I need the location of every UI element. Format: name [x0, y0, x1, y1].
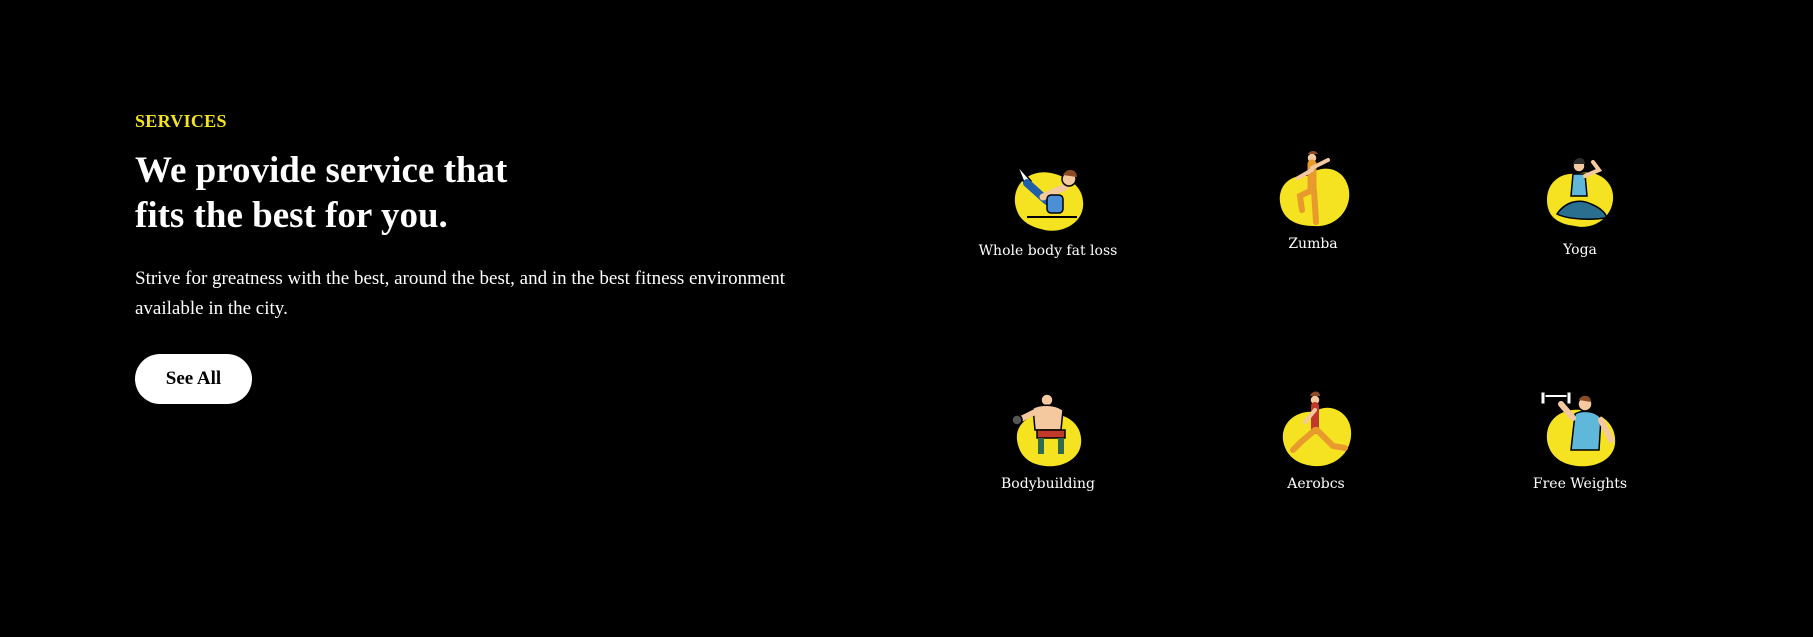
yoga-icon [1547, 158, 1614, 227]
service-item-aerobics[interactable]: Aerobcs [1226, 390, 1406, 492]
section-description: Strive for greatness with the best, arou… [135, 268, 786, 319]
section-eyebrow: SERVICES [135, 111, 227, 131]
service-label: Whole body fat loss [978, 243, 1118, 259]
service-item-bodybuilding[interactable]: Bodybuilding [958, 390, 1138, 492]
aerobics-icon [1282, 391, 1352, 467]
fat-loss-icon [1014, 164, 1084, 231]
section-heading: We provide service that fits the best fo… [135, 150, 508, 236]
service-item-fat-loss[interactable]: Whole body fat loss [958, 157, 1138, 259]
free-weights-icon [1540, 391, 1616, 467]
service-label: Bodybuilding [1001, 476, 1095, 492]
service-label: Yoga [1563, 242, 1597, 258]
service-item-zumba[interactable]: Zumba [1223, 150, 1403, 252]
see-all-button[interactable]: See All [135, 354, 252, 404]
service-item-free-weights[interactable]: Free Weights [1490, 390, 1670, 492]
service-item-yoga[interactable]: Yoga [1490, 156, 1670, 258]
services-intro: SERVICES We provide service that fits th… [135, 110, 835, 404]
bodybuilding-icon [1011, 393, 1082, 467]
service-label: Aerobcs [1287, 476, 1345, 492]
service-label: Free Weights [1532, 476, 1628, 492]
service-label: Zumba [1288, 236, 1338, 252]
zumba-icon [1279, 151, 1350, 227]
